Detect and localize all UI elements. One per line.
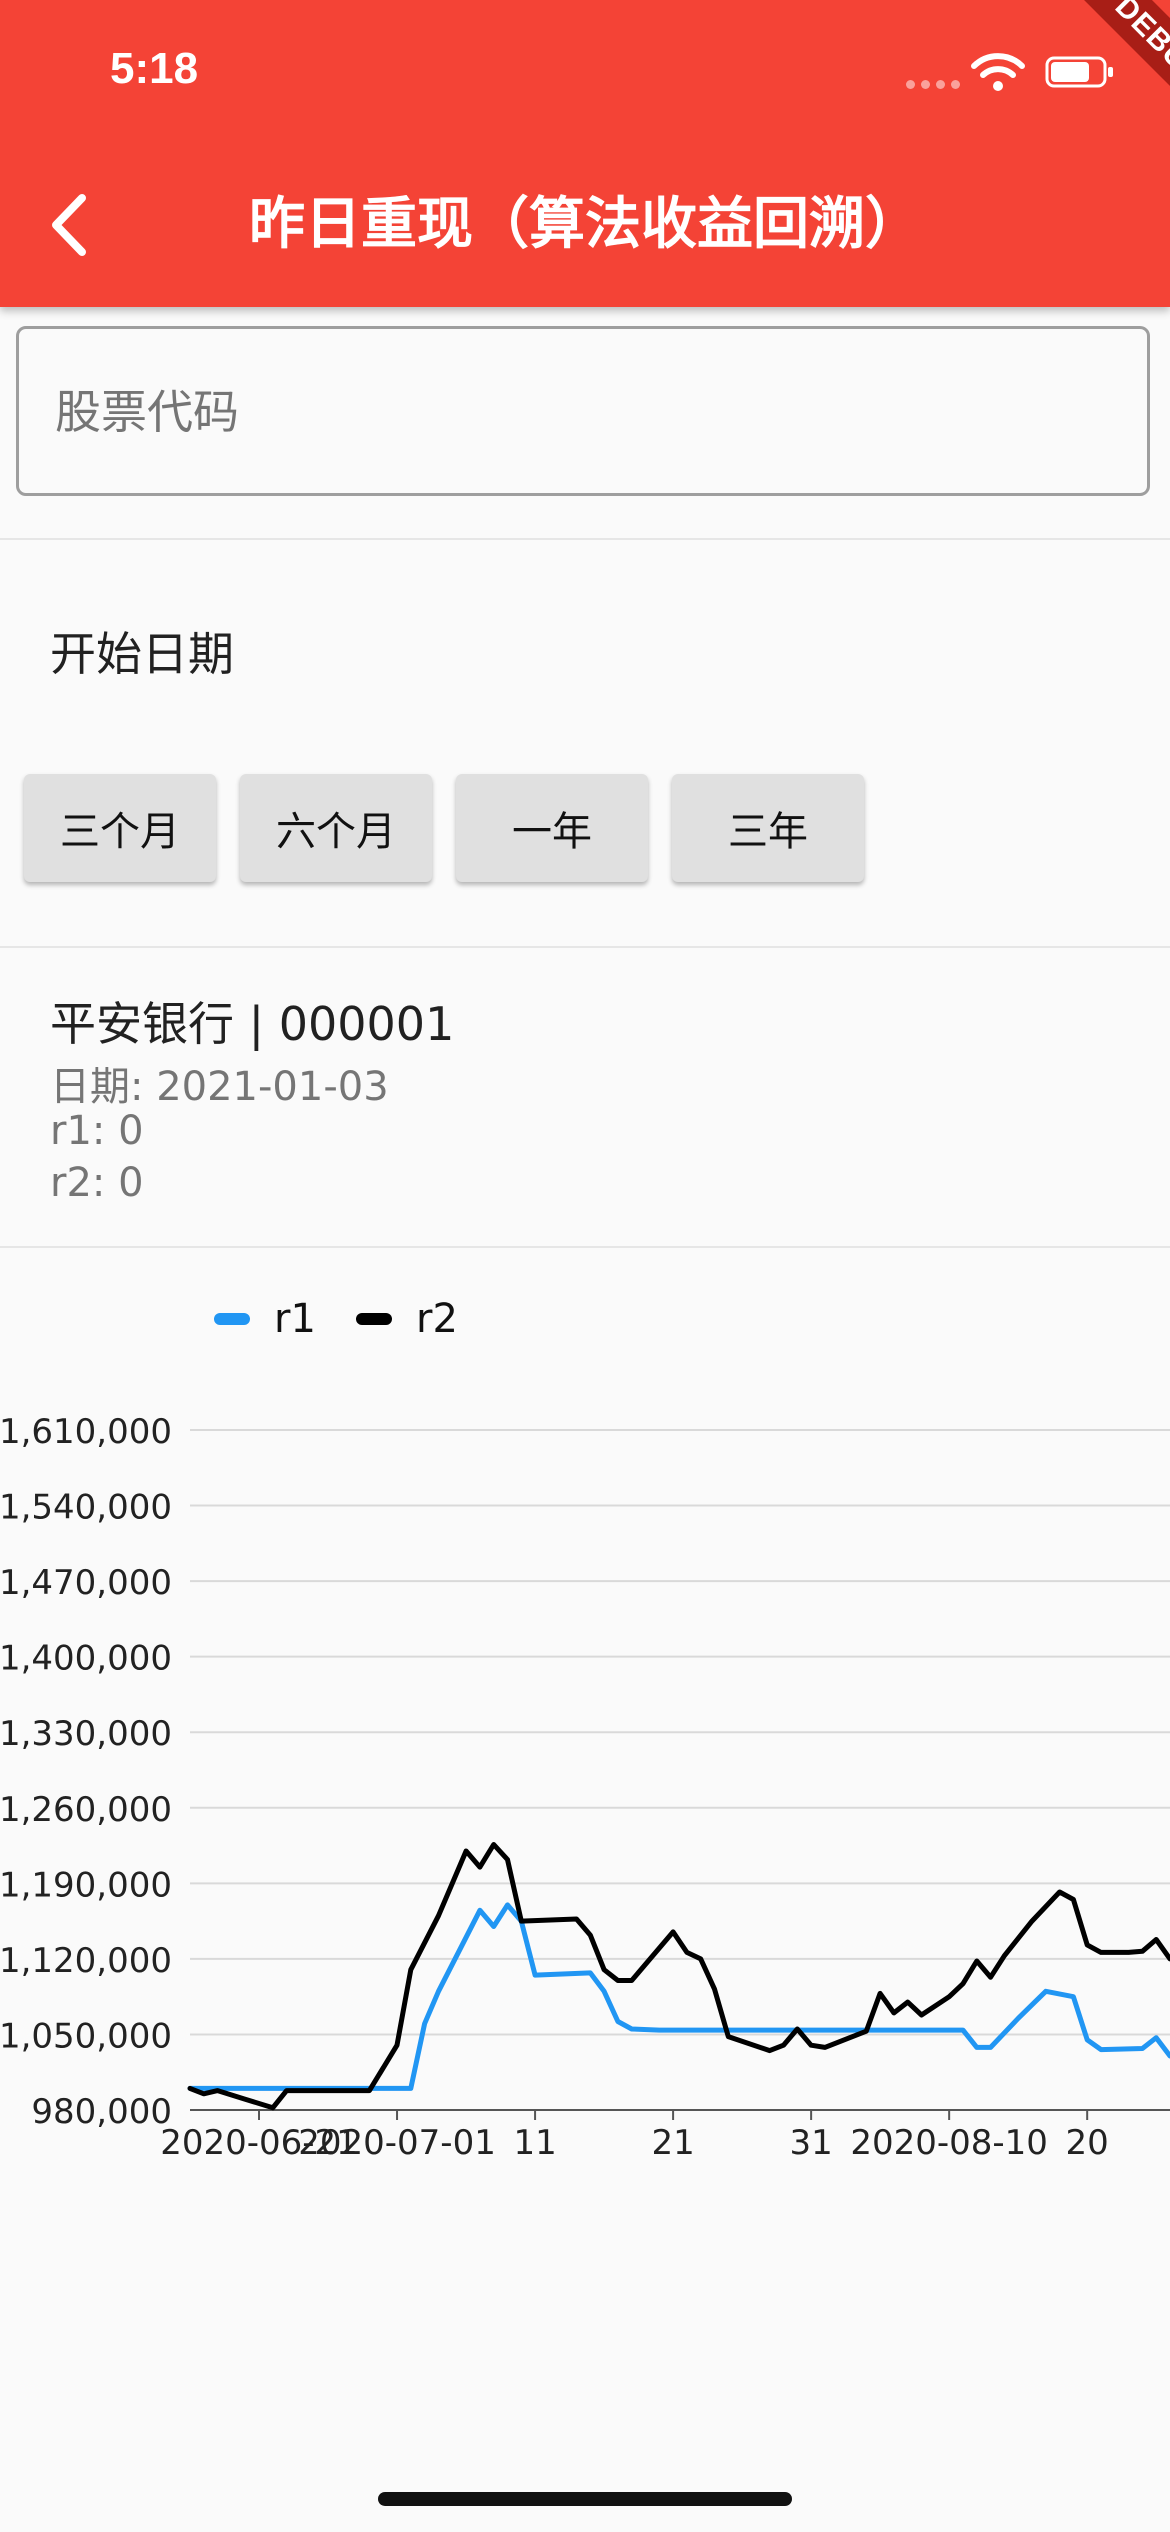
y-tick-label: 1,120,000 — [0, 1941, 172, 1981]
x-tick-label: 2020-08-10 — [850, 2123, 1048, 2163]
home-indicator — [378, 2492, 792, 2506]
range-button-three-years[interactable]: 三年 — [672, 774, 864, 882]
stock-r2-value: r2: 0 — [50, 1160, 144, 1206]
legend-swatch-r2 — [356, 1313, 392, 1325]
wifi-icon — [971, 53, 1025, 91]
divider — [0, 946, 1170, 948]
cellular-signal-icon — [906, 80, 960, 89]
x-tick-label: 31 — [789, 2123, 832, 2163]
legend-item-r2: r2 — [356, 1296, 458, 1342]
battery-icon — [1045, 56, 1113, 88]
legend-label-r2: r2 — [416, 1296, 458, 1342]
range-button-three-months[interactable]: 三个月 — [24, 774, 216, 882]
range-button-six-months[interactable]: 六个月 — [240, 774, 432, 882]
y-tick-label: 1,470,000 — [0, 1563, 172, 1603]
y-tick-label: 980,000 — [31, 2092, 172, 2132]
stock-date: 日期: 2021-01-03 — [50, 1064, 389, 1110]
legend-swatch-r1 — [214, 1313, 250, 1325]
returns-line-chart: 980,000 1,050,000 1,120,000 1,190,000 1,260,… — [0, 1412, 1170, 2163]
status-time: 5:18 — [110, 44, 199, 93]
legend-item-r1: r1 — [214, 1296, 316, 1342]
y-tick-label: 1,260,000 — [0, 1790, 172, 1830]
stock-code-field[interactable] — [16, 326, 1150, 496]
x-tick-label: 2020-07-01 — [298, 2123, 496, 2163]
stock-code-input[interactable] — [53, 329, 1117, 495]
y-tick-label: 1,330,000 — [0, 1714, 172, 1754]
y-tick-label: 1,190,000 — [0, 1865, 172, 1905]
y-tick-label: 1,540,000 — [0, 1488, 172, 1528]
start-date-label: 开始日期 — [50, 627, 234, 681]
x-tick-label: 21 — [651, 2123, 694, 2163]
x-tick-label: 20 — [1066, 2123, 1109, 2163]
stock-title: 平安银行 | 000001 — [50, 997, 455, 1051]
y-tick-label: 1,400,000 — [0, 1639, 172, 1679]
divider — [0, 1246, 1170, 1248]
x-tick-label: 11 — [513, 2123, 556, 2163]
range-button-one-year[interactable]: 一年 — [456, 774, 648, 882]
page-title: 昨日重现（算法收益回溯） — [249, 192, 921, 257]
divider — [0, 538, 1170, 540]
y-tick-label: 1,050,000 — [0, 2016, 172, 2056]
stock-r1-value: r1: 0 — [50, 1108, 144, 1154]
legend-label-r1: r1 — [274, 1296, 316, 1342]
app-bar: 5:18 DEBUG 昨日重现（算法收益回溯） — [0, 0, 1170, 307]
y-tick-label: 1,610,000 — [0, 1412, 172, 1452]
